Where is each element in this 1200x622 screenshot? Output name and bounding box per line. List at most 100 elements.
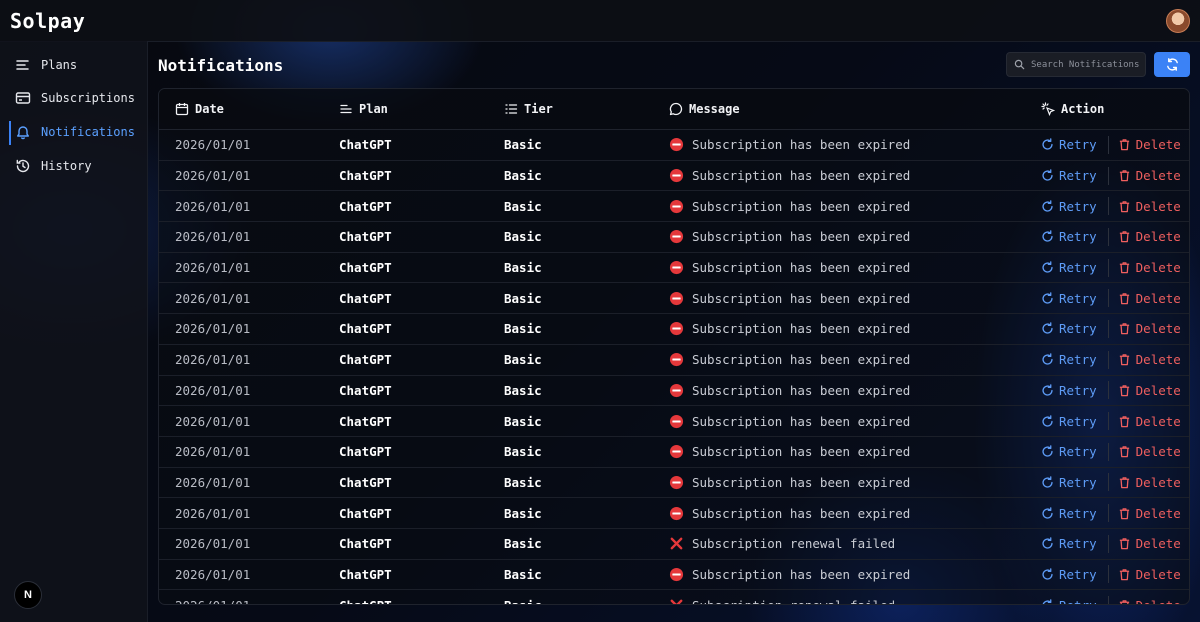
delete-label: Delete bbox=[1135, 321, 1181, 337]
row-message: Subscription has been expired bbox=[669, 168, 910, 183]
table-body: 2026/01/01 ChatGPT Basic Subscription has b… bbox=[159, 130, 1189, 604]
retry-label: Retry bbox=[1059, 168, 1097, 184]
trash-icon bbox=[1119, 507, 1129, 519]
user-avatar[interactable] bbox=[1166, 8, 1190, 33]
delete-button[interactable]: Delete bbox=[1118, 352, 1181, 367]
retry-button[interactable]: Retry bbox=[1041, 598, 1097, 604]
retry-icon bbox=[1042, 169, 1053, 181]
retry-button[interactable]: Retry bbox=[1041, 229, 1097, 244]
row-message: Subscription renewal failed bbox=[669, 536, 895, 551]
row-tier: Basic bbox=[504, 474, 542, 490]
table-row: 2026/01/01 ChatGPT Basic Subscription has b… bbox=[159, 130, 1189, 161]
retry-icon bbox=[1042, 292, 1053, 304]
row-plan: ChatGPT bbox=[339, 598, 392, 604]
row-actions: Retry Delete bbox=[1041, 166, 1181, 185]
row-date: 2026/01/01 bbox=[175, 444, 251, 460]
main-content: Notifications Date Plan Tier Message bbox=[148, 41, 1200, 622]
delete-button[interactable]: Delete bbox=[1118, 536, 1181, 551]
delete-button[interactable]: Delete bbox=[1118, 321, 1181, 336]
row-date: 2026/01/01 bbox=[175, 598, 250, 604]
delete-label: Delete bbox=[1136, 598, 1181, 604]
delete-label: Delete bbox=[1135, 198, 1181, 214]
retry-button[interactable]: Retry bbox=[1041, 475, 1097, 490]
lines-icon bbox=[340, 104, 352, 114]
delete-button[interactable]: Delete bbox=[1118, 598, 1181, 604]
no-entry-icon bbox=[669, 168, 684, 183]
table-row: 2026/01/01 ChatGPT Basic Subscription has b… bbox=[159, 345, 1189, 376]
delete-label: Delete bbox=[1135, 137, 1181, 153]
no-entry-icon bbox=[669, 567, 684, 582]
action-divider bbox=[1107, 289, 1109, 308]
row-message-text: Subscription has been expired bbox=[692, 413, 911, 429]
action-divider bbox=[1107, 135, 1109, 154]
delete-button[interactable]: Delete bbox=[1118, 567, 1181, 582]
refresh-button[interactable] bbox=[1154, 52, 1190, 77]
sidebar-item-label: Notifications bbox=[41, 124, 135, 139]
table-row: 2026/01/01 ChatGPT Basic Subscription has b… bbox=[159, 560, 1189, 591]
row-date: 2026/01/01 bbox=[175, 413, 251, 429]
retry-icon bbox=[1042, 384, 1053, 396]
delete-button[interactable]: Delete bbox=[1118, 383, 1181, 398]
row-message: Subscription has been expired bbox=[669, 567, 910, 582]
row-message-text: Subscription has been expired bbox=[692, 137, 911, 153]
delete-button[interactable]: Delete bbox=[1118, 199, 1181, 214]
row-message-text: Subscription has been expired bbox=[692, 444, 911, 460]
trash-icon bbox=[1119, 385, 1129, 397]
row-message-text: Subscription has been expired bbox=[692, 260, 911, 276]
sidebar-item-subscriptions[interactable]: Subscriptions bbox=[0, 82, 147, 116]
row-date: 2026/01/01 bbox=[175, 168, 251, 184]
no-entry-icon bbox=[669, 445, 684, 459]
search-box[interactable] bbox=[1006, 52, 1146, 77]
retry-button[interactable]: Retry bbox=[1041, 383, 1097, 398]
retry-icon bbox=[1042, 598, 1052, 604]
retry-button[interactable]: Retry bbox=[1041, 414, 1097, 429]
no-entry-icon bbox=[669, 261, 684, 275]
action-divider bbox=[1107, 319, 1109, 338]
retry-button[interactable]: Retry bbox=[1041, 567, 1097, 582]
row-actions: Retry Delete bbox=[1041, 135, 1181, 154]
search-input[interactable] bbox=[1031, 59, 1141, 70]
retry-button[interactable]: Retry bbox=[1041, 444, 1097, 459]
retry-button[interactable]: Retry bbox=[1041, 506, 1097, 521]
delete-button[interactable]: Delete bbox=[1118, 475, 1181, 490]
retry-button[interactable]: Retry bbox=[1041, 168, 1097, 183]
retry-icon bbox=[1042, 230, 1053, 243]
retry-button[interactable]: Retry bbox=[1041, 137, 1097, 152]
row-message: Subscription has been expired bbox=[669, 321, 910, 336]
delete-button[interactable]: Delete bbox=[1118, 506, 1181, 521]
retry-button[interactable]: Retry bbox=[1041, 199, 1097, 214]
sidebar-item-label: History bbox=[41, 158, 92, 173]
row-message-text: Subscription has been expired bbox=[692, 505, 911, 521]
row-message-text: Subscription has been expired bbox=[692, 321, 911, 337]
row-message: Subscription has been expired bbox=[669, 229, 910, 244]
row-tier: Basic bbox=[504, 198, 542, 214]
brand-logo[interactable]: Solpay bbox=[10, 9, 85, 33]
table-row: 2026/01/01 ChatGPT Basic Subscription renew… bbox=[159, 590, 1189, 604]
sidebar-item-plans[interactable]: Plans bbox=[0, 48, 147, 82]
retry-button[interactable]: Retry bbox=[1041, 260, 1097, 275]
delete-label: Delete bbox=[1135, 444, 1181, 460]
row-message: Subscription has been expired bbox=[669, 260, 910, 275]
row-message: Subscription has been expired bbox=[669, 291, 910, 306]
retry-button[interactable]: Retry bbox=[1041, 321, 1097, 336]
retry-icon bbox=[1042, 445, 1053, 457]
row-actions: Retry Delete bbox=[1041, 473, 1181, 492]
sidebar-item-notifications[interactable]: Notifications bbox=[0, 115, 147, 149]
retry-button[interactable]: Retry bbox=[1041, 291, 1097, 306]
delete-button[interactable]: Delete bbox=[1118, 444, 1181, 459]
delete-button[interactable]: Delete bbox=[1118, 229, 1181, 244]
delete-button[interactable]: Delete bbox=[1118, 168, 1181, 183]
nextjs-badge[interactable]: N bbox=[14, 581, 42, 609]
sidebar-item-history[interactable]: History bbox=[0, 149, 147, 183]
delete-button[interactable]: Delete bbox=[1118, 260, 1181, 275]
row-actions: Retry Delete bbox=[1041, 504, 1181, 523]
row-tier: Basic bbox=[504, 321, 542, 337]
delete-button[interactable]: Delete bbox=[1118, 414, 1181, 429]
retry-button[interactable]: Retry bbox=[1041, 352, 1097, 367]
retry-icon bbox=[1042, 261, 1053, 273]
trash-icon bbox=[1119, 599, 1129, 604]
delete-button[interactable]: Delete bbox=[1118, 137, 1181, 152]
retry-icon bbox=[1042, 476, 1053, 488]
delete-button[interactable]: Delete bbox=[1118, 291, 1181, 306]
retry-button[interactable]: Retry bbox=[1041, 536, 1097, 551]
